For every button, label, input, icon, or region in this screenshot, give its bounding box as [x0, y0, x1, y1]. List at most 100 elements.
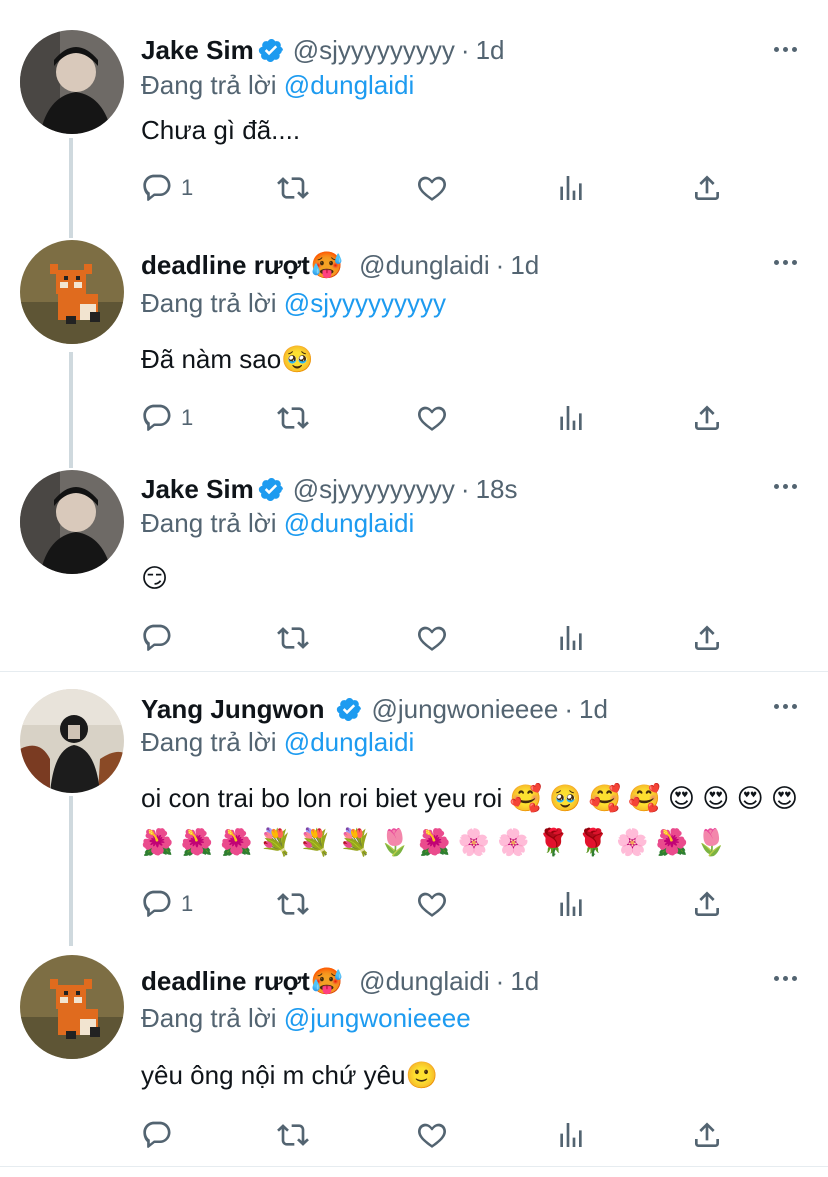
- name-emoji: 🥵: [310, 249, 344, 280]
- reply-count: 1: [181, 891, 194, 916]
- replying-prefix: Đang trả lời: [141, 727, 277, 757]
- avatar[interactable]: [20, 470, 124, 574]
- separator-dot: ·: [460, 34, 470, 65]
- share-button[interactable]: [691, 398, 723, 438]
- timestamp[interactable]: 1d: [510, 966, 539, 997]
- analytics-button[interactable]: [555, 398, 587, 438]
- analytics-button[interactable]: [555, 1115, 587, 1155]
- replying-prefix: Đang trả lời: [141, 1003, 277, 1033]
- analytics-icon: [560, 1123, 582, 1147]
- timestamp[interactable]: 1d: [510, 250, 539, 281]
- tweet-text: oi con trai bo lon roi biet yeu roi 🥰 🥹 …: [141, 783, 799, 857]
- like-button[interactable]: [416, 1115, 448, 1155]
- reply-button[interactable]: 1: [141, 168, 193, 208]
- like-button[interactable]: [416, 884, 448, 924]
- separator-dot: ·: [495, 965, 505, 996]
- reply-button[interactable]: 1: [141, 884, 193, 924]
- avatar[interactable]: [20, 955, 124, 1059]
- analytics-button[interactable]: [555, 618, 587, 658]
- replying-to: Đang trả lời @dunglaidi: [141, 70, 414, 101]
- analytics-icon: [560, 892, 582, 916]
- verified-badge-icon: [258, 476, 285, 503]
- share-icon: [695, 175, 719, 200]
- handle[interactable]: @dunglaidi: [359, 966, 489, 997]
- avatar[interactable]: [20, 30, 124, 134]
- timestamp[interactable]: 1d: [476, 35, 505, 66]
- share-button[interactable]: [691, 1115, 723, 1155]
- like-button[interactable]: [416, 618, 448, 658]
- separator-dot: ·: [564, 693, 573, 724]
- reply-icon: [143, 1121, 171, 1148]
- handle[interactable]: @sjyyyyyyyyy: [293, 474, 455, 505]
- tweet-header: Jake Sim @sjyyyyyyyyy · 18s: [141, 471, 518, 507]
- handle[interactable]: @dunglaidi: [359, 250, 489, 281]
- tweet-actions: 1: [141, 884, 741, 924]
- tweet-actions: 1: [141, 398, 741, 438]
- like-icon: [418, 892, 446, 917]
- tweet-header: deadline rượt 🥵 @dunglaidi · 1d: [141, 963, 539, 999]
- reply-icon: [143, 890, 171, 917]
- divider: [0, 671, 828, 672]
- retweet-icon: [277, 893, 309, 915]
- analytics-icon: [560, 406, 582, 430]
- more-icon[interactable]: [770, 247, 800, 277]
- retweet-button[interactable]: [277, 618, 309, 658]
- replying-to: Đang trả lời @sjyyyyyyyyy: [141, 288, 446, 319]
- more-icon[interactable]: [770, 963, 800, 993]
- mention-link[interactable]: @dunglaidi: [284, 727, 414, 757]
- tweet-actions: [141, 1115, 741, 1155]
- retweet-icon: [277, 177, 309, 199]
- mention-link[interactable]: @sjyyyyyyyyy: [284, 288, 446, 318]
- verified-badge-icon: [336, 696, 363, 723]
- verified-badge-icon: [258, 37, 285, 64]
- like-icon: [418, 626, 446, 651]
- reply-icon: [143, 624, 171, 651]
- retweet-button[interactable]: [277, 884, 309, 924]
- like-icon: [418, 176, 446, 201]
- separator-dot: ·: [495, 249, 505, 280]
- tweet-text: 😏: [141, 563, 169, 593]
- handle[interactable]: @sjyyyyyyyyy: [293, 35, 455, 66]
- tweet-header: Jake Sim @sjyyyyyyyyy · 1d: [141, 32, 505, 68]
- display-name[interactable]: Yang Jungwon: [141, 694, 324, 725]
- mention-link[interactable]: @dunglaidi: [284, 70, 414, 100]
- thread-line: [69, 138, 73, 238]
- tweet-text: Chưa gì đã....: [141, 115, 301, 145]
- avatar[interactable]: [20, 689, 124, 793]
- display-name[interactable]: deadline rượt: [141, 966, 310, 997]
- replying-prefix: Đang trả lời: [141, 288, 277, 318]
- share-button[interactable]: [691, 618, 723, 658]
- replying-prefix: Đang trả lời: [141, 508, 277, 538]
- analytics-button[interactable]: [555, 884, 587, 924]
- reply-icon: [143, 174, 171, 201]
- more-icon[interactable]: [770, 34, 800, 64]
- share-button[interactable]: [691, 168, 723, 208]
- display-name[interactable]: deadline rượt: [141, 250, 310, 281]
- retweet-button[interactable]: [277, 168, 309, 208]
- tweet-header: Yang Jungwon @jungwonieeee · 1d: [141, 691, 608, 727]
- more-icon[interactable]: [770, 691, 800, 721]
- display-name[interactable]: Jake Sim: [141, 474, 254, 505]
- display-name[interactable]: Jake Sim: [141, 35, 254, 66]
- replying-to: Đang trả lời @dunglaidi: [141, 727, 414, 758]
- timestamp[interactable]: 18s: [476, 474, 518, 505]
- share-icon: [695, 1122, 719, 1147]
- share-button[interactable]: [691, 884, 723, 924]
- reply-button[interactable]: [141, 618, 181, 658]
- share-icon: [695, 891, 719, 916]
- reply-button[interactable]: 1: [141, 398, 193, 438]
- retweet-button[interactable]: [277, 398, 309, 438]
- analytics-button[interactable]: [555, 168, 587, 208]
- separator-dot: ·: [460, 473, 470, 504]
- handle[interactable]: @jungwonieeee: [371, 694, 558, 725]
- mention-link[interactable]: @jungwonieeee: [284, 1003, 471, 1033]
- mention-link[interactable]: @dunglaidi: [284, 508, 414, 538]
- avatar[interactable]: [20, 240, 124, 344]
- reply-icon: [143, 404, 171, 431]
- retweet-button[interactable]: [277, 1115, 309, 1155]
- like-button[interactable]: [416, 168, 448, 208]
- reply-button[interactable]: [141, 1115, 181, 1155]
- like-button[interactable]: [416, 398, 448, 438]
- timestamp[interactable]: 1d: [579, 694, 608, 725]
- more-icon[interactable]: [770, 471, 800, 501]
